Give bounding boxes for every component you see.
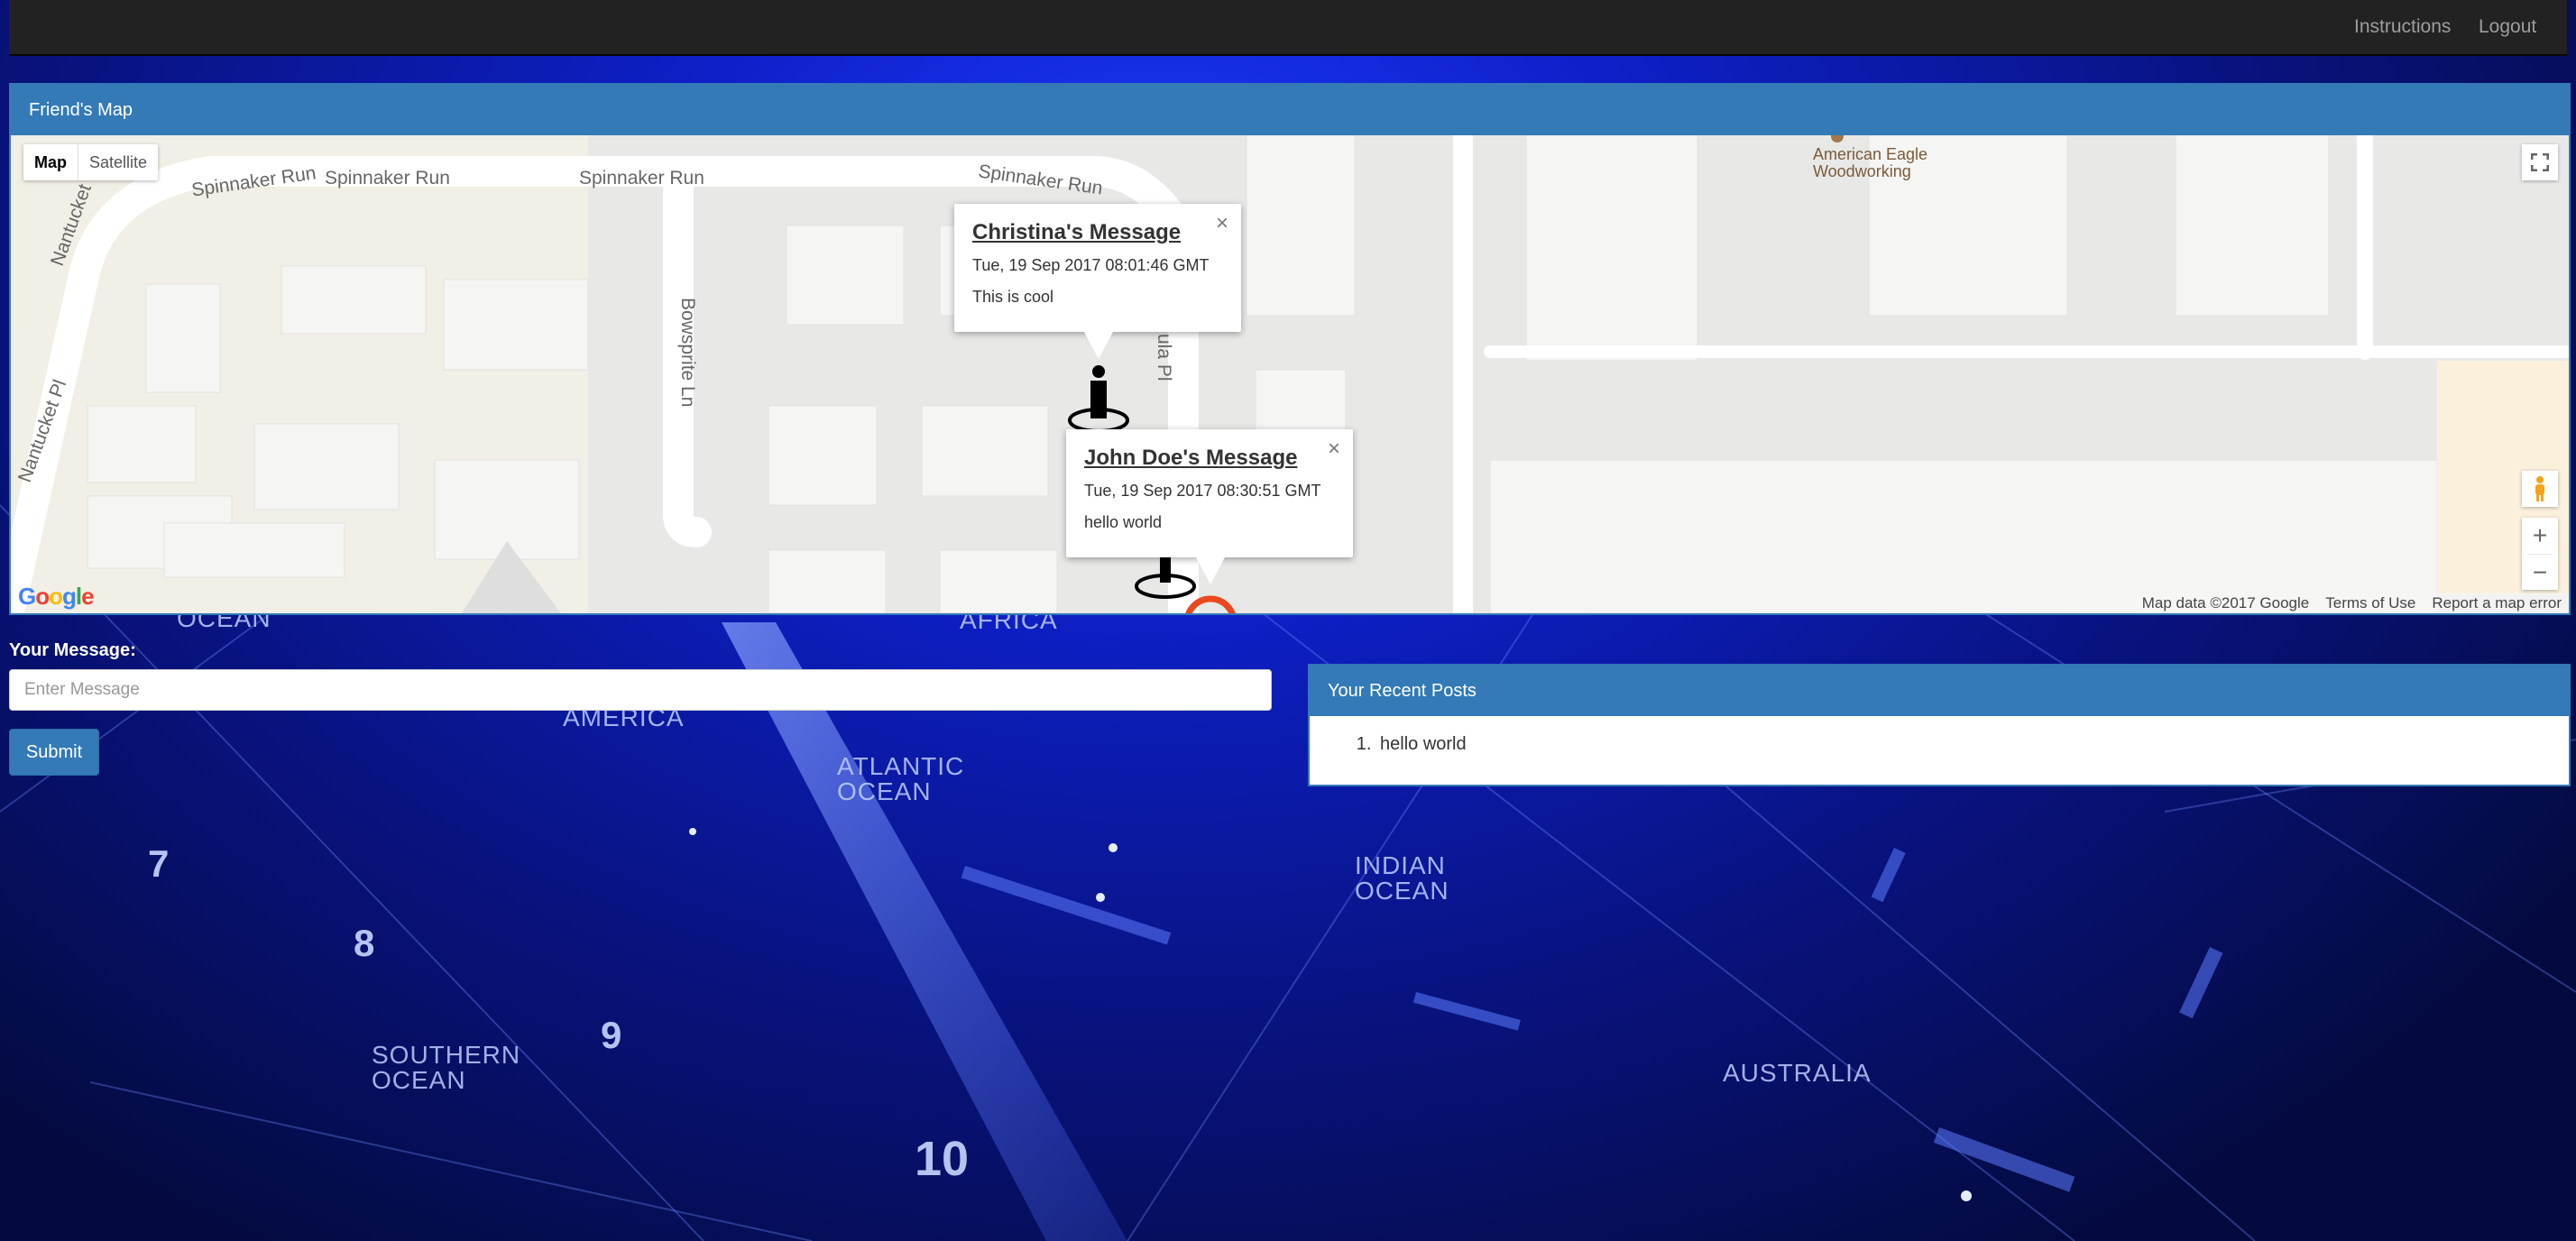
southern-ocean-label: SOUTHERN OCEAN (372, 1041, 521, 1094)
info-window-message: hello world (1084, 513, 1163, 531)
info-window-title[interactable]: John Doe's Message (1084, 446, 1335, 471)
zoom-in-button[interactable]: + (2522, 518, 2558, 554)
australia-label: AUSTRALIA (1723, 1059, 1872, 1087)
report-map-error-link[interactable]: Report a map error (2432, 593, 2562, 613)
info-window-john-doe: John Doe's Message Tue, 19 Sep 2017 08:3… (1066, 429, 1353, 584)
instructions-link[interactable]: Instructions (2354, 16, 2451, 38)
info-window-message: This is cool (972, 288, 1054, 306)
atlantic-ocean-label: ATLANTIC OCEAN (837, 752, 965, 805)
your-message-label: Your Message: (9, 640, 136, 660)
recent-posts-list: hello world (1310, 734, 2569, 755)
map-type-control: Map Satellite (23, 144, 159, 180)
zoom-out-button[interactable]: − (2522, 555, 2558, 591)
info-window-date: Tue, 19 Sep 2017 08:01:46 GMT (972, 256, 1210, 274)
info-window-date: Tue, 19 Sep 2017 08:30:51 GMT (1084, 482, 1321, 500)
list-item: hello world (1376, 734, 2569, 755)
submit-button[interactable]: Submit (9, 729, 99, 776)
recent-posts-panel: Your Recent Posts hello world (1308, 664, 2571, 786)
street-label: ula Pl (1154, 334, 1174, 381)
terms-of-use-link[interactable]: Terms of Use (2325, 593, 2415, 613)
street-label: Spinnaker Run (325, 168, 450, 188)
street-label: Spinnaker Run (579, 168, 704, 188)
zoom-control: + − (2522, 518, 2558, 590)
fullscreen-button[interactable] (2522, 144, 2558, 180)
info-window-christina: Christina's Message Tue, 19 Sep 2017 08:… (954, 204, 1241, 359)
poi-label: American Eagle Woodworking (1813, 145, 1928, 180)
map-data-text: Map data ©2017 Google (2141, 594, 2310, 611)
info-window-tail (1196, 557, 1225, 584)
street-view-pegman-button[interactable] (2522, 471, 2558, 507)
friends-map-panel: Friend's Map Spinnaker Run Spinnaker Run… (9, 83, 2571, 615)
number-7: 7 (148, 842, 170, 885)
fullscreen-icon (2531, 153, 2549, 171)
navbar: Instructions Logout (9, 0, 2567, 56)
friends-map-title: Friend's Map (11, 85, 2569, 135)
map-type-map-button[interactable]: Map (23, 144, 78, 180)
pegman-icon (2535, 476, 2544, 501)
number-8: 8 (354, 922, 375, 964)
google-map[interactable]: Spinnaker Run Spinnaker Run Spinnaker Ru… (11, 135, 2569, 613)
message-input[interactable] (9, 669, 1272, 711)
google-logo: Google (18, 583, 95, 610)
logout-link[interactable]: Logout (2479, 16, 2536, 38)
map-type-satellite-button[interactable]: Satellite (78, 144, 158, 180)
number-9: 9 (601, 1014, 622, 1056)
number-10: 10 (915, 1132, 970, 1186)
recent-posts-title: Your Recent Posts (1310, 666, 2569, 716)
indian-ocean-label: INDIAN OCEAN (1355, 851, 1449, 905)
close-icon[interactable]: × (1216, 211, 1228, 236)
street-label: Bowsprite Ln (677, 298, 698, 408)
info-window-tail (1084, 332, 1113, 359)
close-icon[interactable]: × (1328, 437, 1340, 462)
info-window-title[interactable]: Christina's Message (972, 220, 1223, 245)
map-attribution: Map data ©2017 Google Terms of Use Repor… (2134, 593, 2569, 613)
